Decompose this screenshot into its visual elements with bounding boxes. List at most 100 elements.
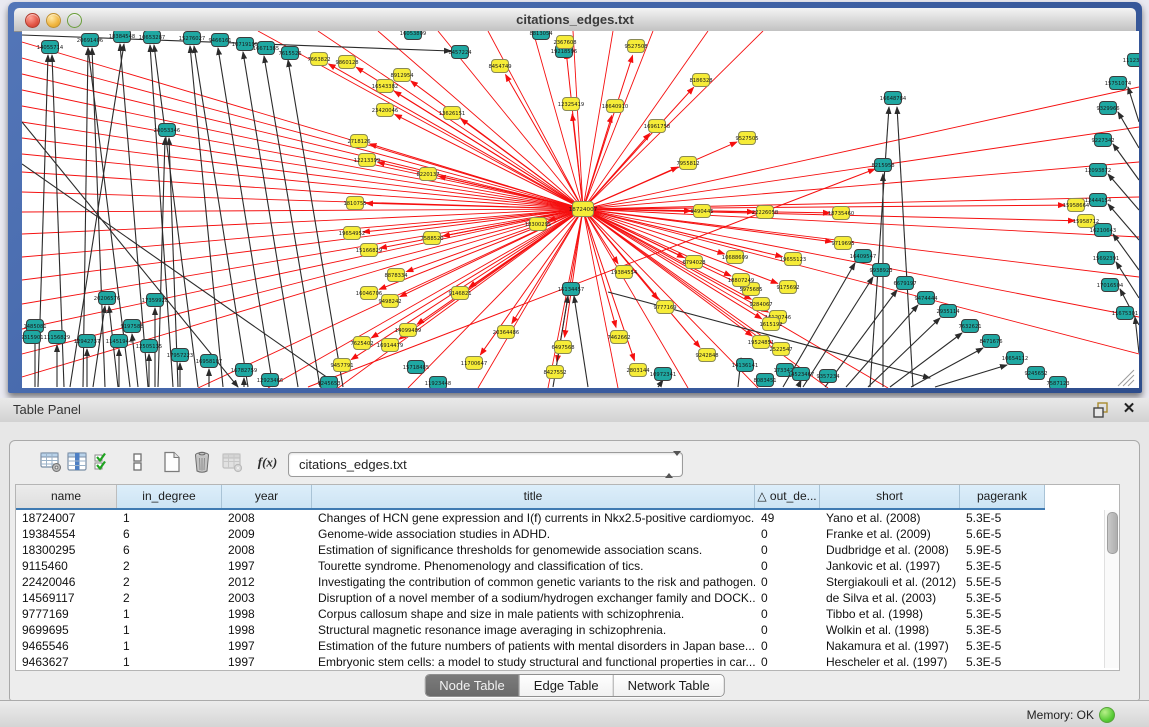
close-panel-icon[interactable]: ✕ <box>1120 400 1138 418</box>
scrollbar-thumb[interactable] <box>1107 512 1118 554</box>
node-table[interactable]: namein_degreeyeartitle△ out_de...shortpa… <box>15 484 1120 671</box>
cell-in_degree[interactable]: 2 <box>117 574 222 590</box>
table-scrollbar[interactable] <box>1104 510 1119 668</box>
table-row[interactable]: 2242004622012Investigating the contribut… <box>16 574 1045 590</box>
cell-pagerank[interactable]: 5.5E-5 <box>960 574 1045 590</box>
column-header-year[interactable]: year <box>222 485 312 508</box>
column-header-in_degree[interactable]: in_degree <box>117 485 222 508</box>
network-canvas-area[interactable]: 1405571420691406183845481065328715276027… <box>22 31 1139 388</box>
cell-year[interactable]: 2009 <box>222 526 312 542</box>
cell-short[interactable]: Stergiakouli et al. (2012) <box>820 574 960 590</box>
cell-year[interactable]: 1997 <box>222 654 312 670</box>
cell-in_degree[interactable]: 6 <box>117 542 222 558</box>
column-header-title[interactable]: title <box>312 485 755 508</box>
cell-name[interactable]: 18300295 <box>16 542 117 558</box>
table-row[interactable]: 1830029562008Estimation of significance … <box>16 542 1045 558</box>
column-header-pagerank[interactable]: pagerank <box>960 485 1045 508</box>
cell-short[interactable]: Yano et al. (2008) <box>820 510 960 526</box>
select-columns-icon[interactable] <box>89 448 117 476</box>
dropdown-stepper-icon[interactable] <box>665 456 675 473</box>
cell-title[interactable]: Disruption of a novel member of a sodium… <box>312 590 755 606</box>
delete-columns-icon[interactable] <box>188 448 216 476</box>
cell-name[interactable]: 9777169 <box>16 606 117 622</box>
cell-out_degree[interactable]: 0 <box>755 606 820 622</box>
cell-short[interactable]: Franke et al. (2009) <box>820 526 960 542</box>
cell-year[interactable]: 2003 <box>222 590 312 606</box>
cell-out_degree[interactable]: 0 <box>755 590 820 606</box>
cell-in_degree[interactable]: 1 <box>117 654 222 670</box>
cell-year[interactable]: 1998 <box>222 622 312 638</box>
cell-pagerank[interactable]: 5.3E-5 <box>960 510 1045 526</box>
cell-title[interactable]: Genome-wide association studies in ADHD. <box>312 526 755 542</box>
float-panel-icon[interactable] <box>1092 402 1110 418</box>
cell-pagerank[interactable]: 5.3E-5 <box>960 654 1045 670</box>
cell-year[interactable]: 1997 <box>222 638 312 654</box>
cell-name[interactable]: 9115460 <box>16 558 117 574</box>
table-row[interactable]: 977716911998Corpus callosum shape and si… <box>16 606 1045 622</box>
delete-table-icon[interactable] <box>218 448 246 476</box>
table-row[interactable]: 946554611997Estimation of the future num… <box>16 638 1045 654</box>
cell-title[interactable]: Tourette syndrome. Phenomenology and cla… <box>312 558 755 574</box>
cell-title[interactable]: Embryonic stem cells: a model to study s… <box>312 654 755 670</box>
cell-year[interactable]: 2008 <box>222 510 312 526</box>
cell-short[interactable]: Wolkin et al. (1998) <box>820 622 960 638</box>
network-canvas[interactable]: 1405571420691406183845481065328715276027… <box>22 31 1139 388</box>
cell-name[interactable]: 9699695 <box>16 622 117 638</box>
cell-short[interactable]: Jankovic et al. (1997) <box>820 558 960 574</box>
cell-in_degree[interactable]: 1 <box>117 638 222 654</box>
window-titlebar[interactable]: citations_edges.txt <box>14 8 1136 32</box>
new-column-icon[interactable] <box>158 448 186 476</box>
cell-year[interactable]: 2008 <box>222 542 312 558</box>
cell-pagerank[interactable]: 5.9E-5 <box>960 542 1045 558</box>
table-mode-icon[interactable] <box>37 448 65 476</box>
table-row[interactable]: 1872400712008Changes of HCN gene express… <box>16 510 1045 526</box>
cell-title[interactable]: Changes of HCN gene expression and I(f) … <box>312 510 755 526</box>
cell-short[interactable]: Dudbridge et al. (2008) <box>820 542 960 558</box>
cell-in_degree[interactable]: 1 <box>117 622 222 638</box>
cell-out_degree[interactable]: 0 <box>755 574 820 590</box>
cell-in_degree[interactable]: 2 <box>117 558 222 574</box>
tab-node-table[interactable]: Node Table <box>425 675 520 696</box>
cell-title[interactable]: Estimation of the future numbers of pati… <box>312 638 755 654</box>
tab-edge-table[interactable]: Edge Table <box>520 675 614 696</box>
cell-in_degree[interactable]: 6 <box>117 526 222 542</box>
table-row[interactable]: 1938455462009Genome-wide association stu… <box>16 526 1045 542</box>
cell-title[interactable]: Corpus callosum shape and size in male p… <box>312 606 755 622</box>
row-height-icon[interactable] <box>124 448 152 476</box>
cell-year[interactable]: 1997 <box>222 558 312 574</box>
cell-year[interactable]: 1998 <box>222 606 312 622</box>
cell-out_degree[interactable]: 49 <box>755 510 820 526</box>
cell-name[interactable]: 9465546 <box>16 638 117 654</box>
cell-out_degree[interactable]: 0 <box>755 622 820 638</box>
cell-name[interactable]: 18724007 <box>16 510 117 526</box>
cell-pagerank[interactable]: 5.6E-5 <box>960 526 1045 542</box>
cell-in_degree[interactable]: 2 <box>117 590 222 606</box>
show-columns-icon[interactable] <box>63 448 91 476</box>
cell-out_degree[interactable]: 0 <box>755 526 820 542</box>
table-row[interactable]: 946362711997Embryonic stem cells: a mode… <box>16 654 1045 670</box>
cell-pagerank[interactable]: 5.3E-5 <box>960 590 1045 606</box>
cell-name[interactable]: 14569117 <box>16 590 117 606</box>
column-header-short[interactable]: short <box>820 485 960 508</box>
cell-name[interactable]: 19384554 <box>16 526 117 542</box>
cell-pagerank[interactable]: 5.3E-5 <box>960 638 1045 654</box>
table-row[interactable]: 911546021997Tourette syndrome. Phenomeno… <box>16 558 1045 574</box>
cell-out_degree[interactable]: 0 <box>755 558 820 574</box>
table-row[interactable]: 969969511998Structural magnetic resonanc… <box>16 622 1045 638</box>
tab-network-table[interactable]: Network Table <box>614 675 724 696</box>
cell-pagerank[interactable]: 5.3E-5 <box>960 622 1045 638</box>
column-header-out_degree[interactable]: △ out_de... <box>755 485 820 508</box>
cell-out_degree[interactable]: 0 <box>755 654 820 670</box>
cell-year[interactable]: 2012 <box>222 574 312 590</box>
cell-title[interactable]: Structural magnetic resonance image aver… <box>312 622 755 638</box>
cell-short[interactable]: de Silva et al. (2003) <box>820 590 960 606</box>
column-header-name[interactable]: name <box>16 485 117 508</box>
cell-short[interactable]: Nakamura et al. (1997) <box>820 638 960 654</box>
cell-title[interactable]: Estimation of significance thresholds fo… <box>312 542 755 558</box>
cell-out_degree[interactable]: 0 <box>755 542 820 558</box>
cell-short[interactable]: Hescheler et al. (1997) <box>820 654 960 670</box>
cell-name[interactable]: 22420046 <box>16 574 117 590</box>
table-row[interactable]: 1456911722003Disruption of a novel membe… <box>16 590 1045 606</box>
cell-in_degree[interactable]: 1 <box>117 510 222 526</box>
cell-short[interactable]: Tibbo et al. (1998) <box>820 606 960 622</box>
